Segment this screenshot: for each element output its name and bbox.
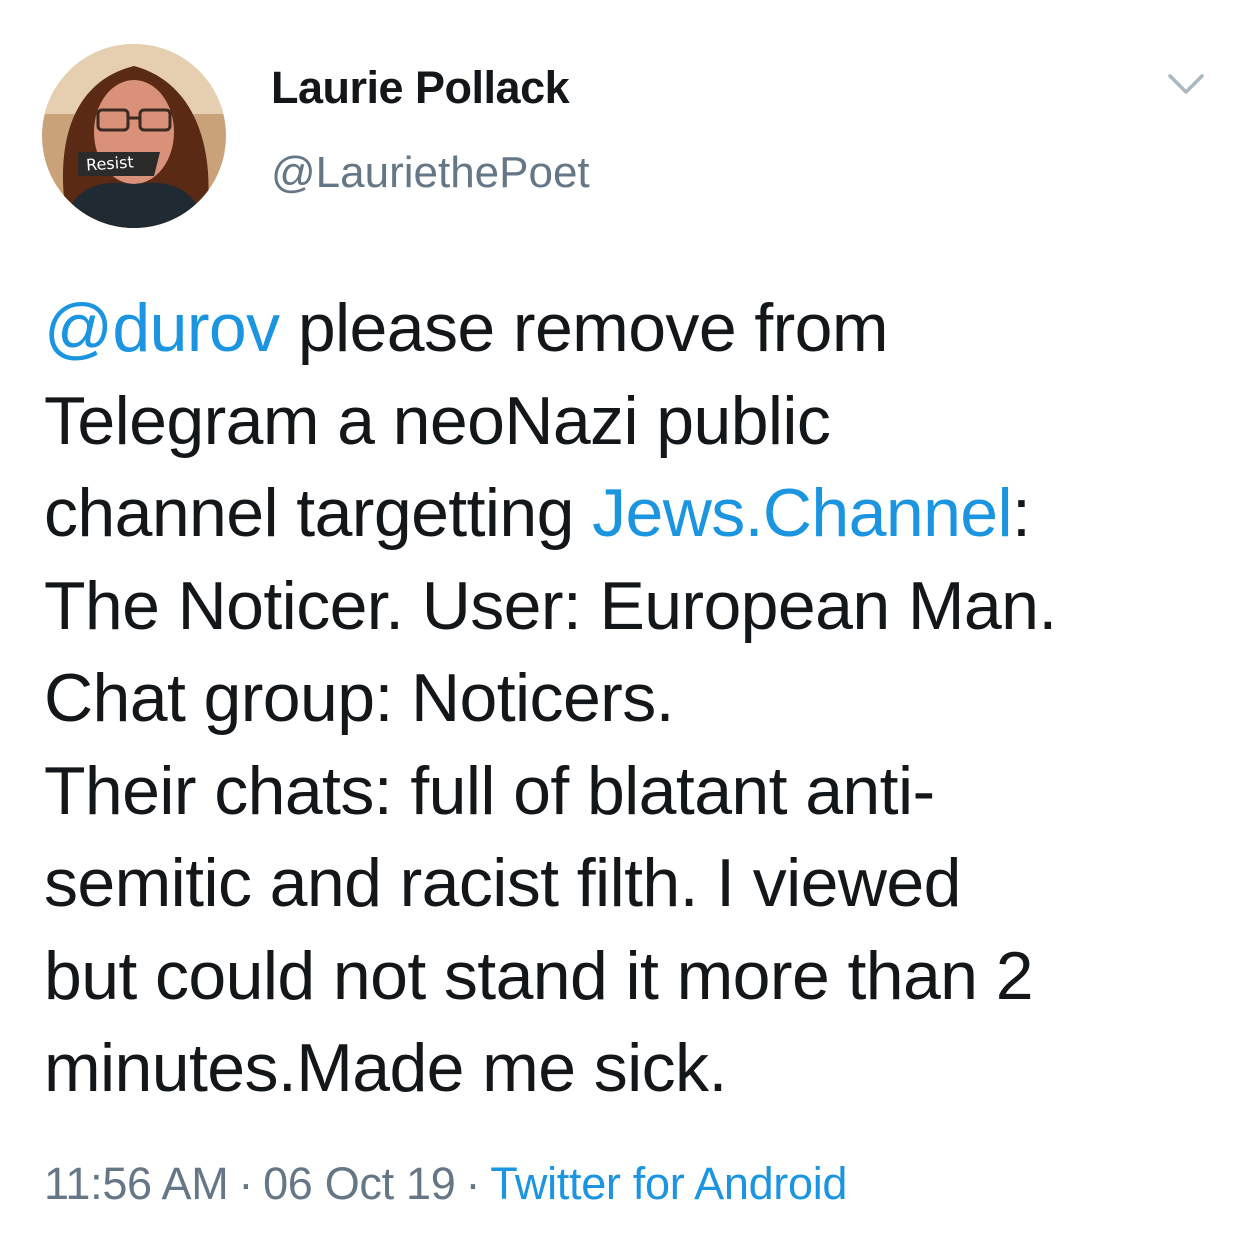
tweet-text: @durov please remove from Telegram a neo… — [44, 282, 1214, 1115]
tweet-line-4: The Noticer. User: European Man. — [44, 567, 1057, 644]
tweet-line-8: but could not stand it more than 2 — [44, 937, 1034, 1014]
tweet-line-7: semitic and racist filth. I viewed — [44, 845, 961, 921]
tweet-line-3: channel targetting Jews.Channel: — [44, 467, 1214, 560]
author-display-name[interactable]: Laurie Pollack — [271, 62, 570, 114]
tweet-line-1-text: please remove from — [279, 290, 889, 366]
avatar[interactable]: Resist — [42, 44, 226, 228]
avatar-image — [42, 44, 226, 228]
meta-separator-1: · — [238, 1158, 254, 1209]
author-handle[interactable]: @LauriethePoet — [271, 148, 590, 198]
tweet-date[interactable]: 06 Oct 19 — [263, 1158, 456, 1209]
tweet-line-3-colon: : — [1012, 475, 1031, 551]
tweet-line-3-text: channel targetting — [44, 475, 593, 551]
tweet-line-9: minutes.Made me sick. — [44, 1030, 727, 1106]
mention-link[interactable]: @durov — [44, 290, 280, 366]
chevron-down-icon[interactable] — [1166, 70, 1206, 100]
meta-separator-2: · — [465, 1158, 481, 1209]
tweet-line-2: Telegram a neoNazi public — [44, 382, 831, 459]
tweet-time[interactable]: 11:56 AM — [44, 1158, 229, 1209]
tweet-line-6: Their chats: full of blatant anti- — [44, 752, 935, 829]
tweet-line-1: @durov please remove from — [44, 282, 1214, 375]
tweet: Resist Laurie Pollack @LauriethePoet @du… — [0, 0, 1242, 1251]
tweet-line-5: Chat group: Noticers. — [44, 660, 675, 736]
avatar-badge-text: Resist — [85, 152, 135, 175]
tweet-meta: 11:56 AM · 06 Oct 19 · Twitter for Android — [44, 1158, 847, 1210]
url-link[interactable]: Jews.Channel — [592, 475, 1013, 551]
tweet-source-link[interactable]: Twitter for Android — [490, 1158, 847, 1209]
